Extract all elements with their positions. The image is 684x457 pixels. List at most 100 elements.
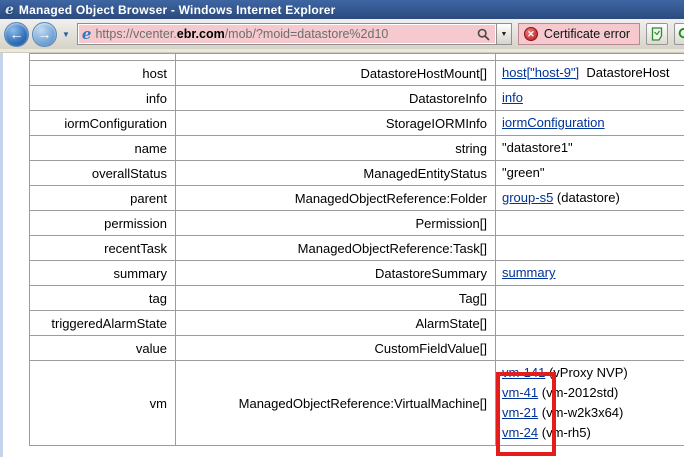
site-ie-icon: e bbox=[82, 27, 92, 41]
url-path: /mob/?moid=datastore%2d10 bbox=[225, 27, 389, 41]
property-type-cell: ManagedObjectReference:Folder bbox=[176, 186, 496, 211]
table-row: permissionPermission[] bbox=[30, 211, 684, 236]
property-name-cell: iormConfiguration bbox=[30, 111, 176, 136]
title-bar: e Managed Object Browser - Windows Inter… bbox=[0, 0, 684, 19]
property-type-cell: StorageIORMInfo bbox=[176, 111, 496, 136]
value-line: "green" bbox=[502, 163, 684, 183]
value-link[interactable]: vm-41 bbox=[502, 385, 538, 400]
value-line: vm-24 (vm-rh5) bbox=[502, 423, 684, 443]
value-line: group-s5 (datastore) bbox=[502, 188, 684, 208]
property-value-cell: "datastore1" bbox=[496, 136, 684, 161]
value-line: summary bbox=[502, 263, 684, 283]
certificate-error-label: Certificate error bbox=[544, 27, 630, 41]
value-link[interactable]: iormConfiguration bbox=[502, 115, 605, 130]
value-link[interactable]: group-s5 bbox=[502, 190, 553, 205]
property-type-cell: DatastoreInfo bbox=[176, 86, 496, 111]
property-type-cell: AlarmState[] bbox=[176, 311, 496, 336]
value-suffix: (vm-rh5) bbox=[538, 425, 591, 440]
table-row: overallStatusManagedEntityStatus "green" bbox=[30, 161, 684, 186]
value-suffix: DatastoreHost bbox=[579, 65, 669, 80]
property-type-cell: ManagedObjectReference:Task[] bbox=[176, 236, 496, 261]
value-line: vm-41 (vm-2012std) bbox=[502, 383, 684, 403]
table-row: namestring "datastore1" bbox=[30, 136, 684, 161]
property-name-cell: info bbox=[30, 86, 176, 111]
property-name-cell: value bbox=[30, 336, 176, 361]
compatibility-view-icon bbox=[650, 27, 664, 41]
property-name-cell: recentTask bbox=[30, 236, 176, 261]
table-row: parentManagedObjectReference:Foldergroup… bbox=[30, 186, 684, 211]
address-bar[interactable]: e https://vcenter.ebr.com/mob/?moid=data… bbox=[77, 23, 497, 45]
value-text: "green" bbox=[502, 165, 544, 180]
value-link[interactable]: vm-21 bbox=[502, 405, 538, 420]
url-domain: ebr.com bbox=[177, 27, 225, 41]
refresh-icon: ⟳ bbox=[678, 26, 684, 42]
table-row: valueCustomFieldValue[] bbox=[30, 336, 684, 361]
property-value-cell bbox=[496, 311, 684, 336]
table-row: infoDatastoreInfoinfo bbox=[30, 86, 684, 111]
property-name-cell: tag bbox=[30, 286, 176, 311]
url-prefix: https://vcenter. bbox=[95, 27, 176, 41]
table-row: triggeredAlarmStateAlarmState[] bbox=[30, 311, 684, 336]
value-suffix: (vProxy NVP) bbox=[545, 365, 627, 380]
window-title: Managed Object Browser - Windows Interne… bbox=[19, 3, 336, 17]
value-link[interactable]: vm-24 bbox=[502, 425, 538, 440]
property-type-cell: string bbox=[176, 136, 496, 161]
value-line: "datastore1" bbox=[502, 138, 684, 158]
mob-table-body: hostDatastoreHostMount[]host["host-9"] D… bbox=[30, 54, 684, 446]
property-type-cell: CustomFieldValue[] bbox=[176, 336, 496, 361]
value-suffix: (vm-2012std) bbox=[538, 385, 618, 400]
compatibility-view-button[interactable] bbox=[646, 23, 668, 45]
table-row: iormConfigurationStorageIORMInfoiormConf… bbox=[30, 111, 684, 136]
url-text[interactable]: https://vcenter.ebr.com/mob/?moid=datast… bbox=[95, 27, 474, 41]
property-value-cell: vm-141 (vProxy NVP)vm-41 (vm-2012std)vm-… bbox=[496, 361, 684, 446]
table-row: recentTaskManagedObjectReference:Task[] bbox=[30, 236, 684, 261]
table-row-partial bbox=[30, 54, 684, 61]
page-content: hostDatastoreHostMount[]host["host-9"] D… bbox=[0, 53, 684, 457]
search-dropdown-button[interactable]: ▼ bbox=[497, 23, 512, 45]
property-value-cell bbox=[496, 286, 684, 311]
property-value-cell: iormConfiguration bbox=[496, 111, 684, 136]
certificate-error-badge[interactable]: ✕ Certificate error bbox=[518, 23, 640, 45]
value-line: iormConfiguration bbox=[502, 113, 684, 133]
ie-icon: e bbox=[5, 3, 14, 17]
property-type-cell: Tag[] bbox=[176, 286, 496, 311]
property-value-cell bbox=[496, 236, 684, 261]
table-row: hostDatastoreHostMount[]host["host-9"] D… bbox=[30, 61, 684, 86]
refresh-button[interactable]: ⟳ bbox=[674, 23, 684, 45]
property-value-cell: group-s5 (datastore) bbox=[496, 186, 684, 211]
value-link[interactable]: vm-141 bbox=[502, 365, 545, 380]
property-type-cell: DatastoreSummary bbox=[176, 261, 496, 286]
property-name-cell: summary bbox=[30, 261, 176, 286]
forward-button[interactable]: → bbox=[32, 22, 57, 47]
property-name-cell: permission bbox=[30, 211, 176, 236]
property-type-cell bbox=[176, 54, 496, 61]
property-name-cell: triggeredAlarmState bbox=[30, 311, 176, 336]
value-line: vm-141 (vProxy NVP) bbox=[502, 363, 684, 383]
value-line: host["host-9"] DatastoreHost bbox=[502, 63, 684, 83]
back-button[interactable]: ← bbox=[4, 22, 29, 47]
property-type-cell: ManagedEntityStatus bbox=[176, 161, 496, 186]
property-name-cell bbox=[30, 54, 176, 61]
property-value-cell: summary bbox=[496, 261, 684, 286]
value-suffix: (vm-w2k3x64) bbox=[538, 405, 623, 420]
value-text: "datastore1" bbox=[502, 140, 573, 155]
value-link[interactable]: info bbox=[502, 90, 523, 105]
value-suffix: (datastore) bbox=[553, 190, 619, 205]
certificate-error-icon: ✕ bbox=[524, 27, 538, 41]
value-line: vm-21 (vm-w2k3x64) bbox=[502, 403, 684, 423]
property-value-cell bbox=[496, 336, 684, 361]
property-value-cell bbox=[496, 211, 684, 236]
table-row: summaryDatastoreSummarysummary bbox=[30, 261, 684, 286]
value-link[interactable]: summary bbox=[502, 265, 555, 280]
property-name-cell: name bbox=[30, 136, 176, 161]
property-type-cell: Permission[] bbox=[176, 211, 496, 236]
property-type-cell: DatastoreHostMount[] bbox=[176, 61, 496, 86]
property-name-cell: overallStatus bbox=[30, 161, 176, 186]
search-icon[interactable] bbox=[475, 24, 493, 44]
forward-icon: → bbox=[38, 27, 52, 41]
value-link[interactable]: host["host-9"] bbox=[502, 65, 579, 80]
mob-property-table: hostDatastoreHostMount[]host["host-9"] D… bbox=[29, 53, 684, 446]
property-value-cell: "green" bbox=[496, 161, 684, 186]
browser-window: e Managed Object Browser - Windows Inter… bbox=[0, 0, 684, 457]
recent-pages-dropdown[interactable]: ▼ bbox=[62, 30, 70, 39]
